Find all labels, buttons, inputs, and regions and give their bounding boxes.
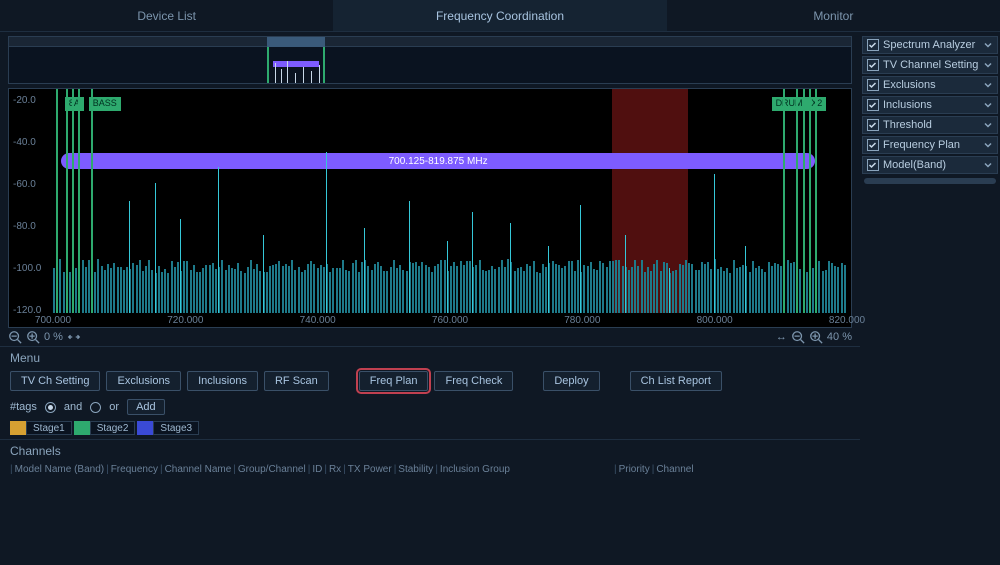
checkbox-icon xyxy=(867,139,879,151)
spectrum-plot[interactable]: -20.0-40.0-60.0-80.0-100.0-120.0 700.000… xyxy=(8,88,852,328)
chevron-down-icon xyxy=(983,40,993,50)
zoom-bar: 0 % ↔ 40 % xyxy=(8,330,852,344)
fit-icon[interactable] xyxy=(67,330,81,344)
freqplan-button[interactable]: Freq Plan xyxy=(359,371,429,391)
column-header[interactable]: Group/Channel xyxy=(238,464,306,475)
zoom-in-icon[interactable] xyxy=(809,330,823,344)
marker-label: DRUM xyxy=(772,97,807,111)
tags-label: #tags xyxy=(10,401,37,413)
inclusion-band: 700.125-819.875 MHz xyxy=(61,153,815,169)
overview-window[interactable] xyxy=(267,47,325,83)
and-radio[interactable] xyxy=(45,402,56,413)
inclusions-button[interactable]: Inclusions xyxy=(187,371,258,391)
menu-title: Menu xyxy=(10,351,850,365)
checkbox-icon xyxy=(867,99,879,111)
rfscan-button[interactable]: RF Scan xyxy=(264,371,329,391)
zoom-left-pct: 0 % xyxy=(44,331,63,343)
layer-toggle[interactable]: Exclusions xyxy=(862,76,998,94)
sidebar-scrollbar[interactable] xyxy=(864,178,996,184)
channels-section: Channels | Model Name (Band) | Frequency… xyxy=(0,439,860,479)
column-header[interactable]: Stability xyxy=(398,464,433,475)
tag-chip[interactable]: Stage1 xyxy=(10,421,72,435)
zoom-in-icon[interactable] xyxy=(26,330,40,344)
column-header[interactable]: ID xyxy=(312,464,322,475)
channel-columns: | Model Name (Band) | Frequency | Channe… xyxy=(10,464,850,475)
overview-strip[interactable] xyxy=(8,36,852,84)
exclusions-button[interactable]: Exclusions xyxy=(106,371,181,391)
zoom-right-pct: 40 % xyxy=(827,331,852,343)
add-tag-button[interactable]: Add xyxy=(127,399,165,415)
checkbox-icon xyxy=(867,39,879,51)
deploy-button[interactable]: Deploy xyxy=(543,371,599,391)
zoom-out-icon[interactable] xyxy=(8,330,22,344)
layer-toggle[interactable]: Threshold xyxy=(862,116,998,134)
tab-monitor[interactable]: Monitor xyxy=(667,0,1000,31)
checkbox-icon xyxy=(867,79,879,91)
column-header[interactable]: Frequency xyxy=(111,464,158,475)
pan-icon[interactable]: ↔ xyxy=(776,331,787,343)
main-tabs: Device List Frequency Coordination Monit… xyxy=(0,0,1000,32)
chevron-down-icon xyxy=(983,80,993,90)
chevron-down-icon xyxy=(983,120,993,130)
chevron-down-icon xyxy=(983,100,993,110)
tag-chip[interactable]: Stage3 xyxy=(137,421,199,435)
checkbox-icon xyxy=(867,59,879,71)
column-header[interactable]: Priority xyxy=(619,464,650,475)
overview-ruler xyxy=(9,37,851,47)
or-radio[interactable] xyxy=(90,402,101,413)
menu-section: Menu TV Ch Setting Exclusions Inclusions… xyxy=(0,346,860,439)
chlist-button[interactable]: Ch List Report xyxy=(630,371,722,391)
tag-chip[interactable]: Stage2 xyxy=(74,421,136,435)
marker-label: 8A xyxy=(65,97,84,111)
chevron-down-icon xyxy=(983,140,993,150)
column-header[interactable]: Inclusion Group xyxy=(440,464,510,475)
tag-chips: Stage1Stage2Stage3 xyxy=(10,421,850,435)
column-header[interactable]: Rx xyxy=(329,464,341,475)
layer-toggle[interactable]: Frequency Plan xyxy=(862,136,998,154)
x-axis: 700.000720.000740.000760.000780.000800.0… xyxy=(53,313,847,327)
column-header[interactable]: Channel xyxy=(656,464,693,475)
channels-title: Channels xyxy=(10,444,850,458)
freqcheck-button[interactable]: Freq Check xyxy=(434,371,513,391)
layer-toggle[interactable]: Inclusions xyxy=(862,96,998,114)
marker-label: BASS xyxy=(89,97,121,111)
layers-sidebar: Spectrum Analyzer TV Channel Setting Exclu… xyxy=(860,32,1000,479)
column-header[interactable]: Channel Name xyxy=(165,464,232,475)
tab-device-list[interactable]: Device List xyxy=(0,0,333,31)
column-header[interactable]: TX Power xyxy=(348,464,392,475)
zoom-out-icon[interactable] xyxy=(791,330,805,344)
chevron-down-icon xyxy=(983,160,993,170)
y-axis: -20.0-40.0-60.0-80.0-100.0-120.0 xyxy=(9,89,53,313)
tvch-button[interactable]: TV Ch Setting xyxy=(10,371,100,391)
layer-toggle[interactable]: TV Channel Setting xyxy=(862,56,998,74)
checkbox-icon xyxy=(867,159,879,171)
checkbox-icon xyxy=(867,119,879,131)
layer-toggle[interactable]: Spectrum Analyzer xyxy=(862,36,998,54)
tab-freq-coord[interactable]: Frequency Coordination xyxy=(333,0,666,31)
layer-toggle[interactable]: Model(Band) xyxy=(862,156,998,174)
column-header[interactable]: Model Name (Band) xyxy=(15,464,104,475)
chevron-down-icon xyxy=(983,60,993,70)
